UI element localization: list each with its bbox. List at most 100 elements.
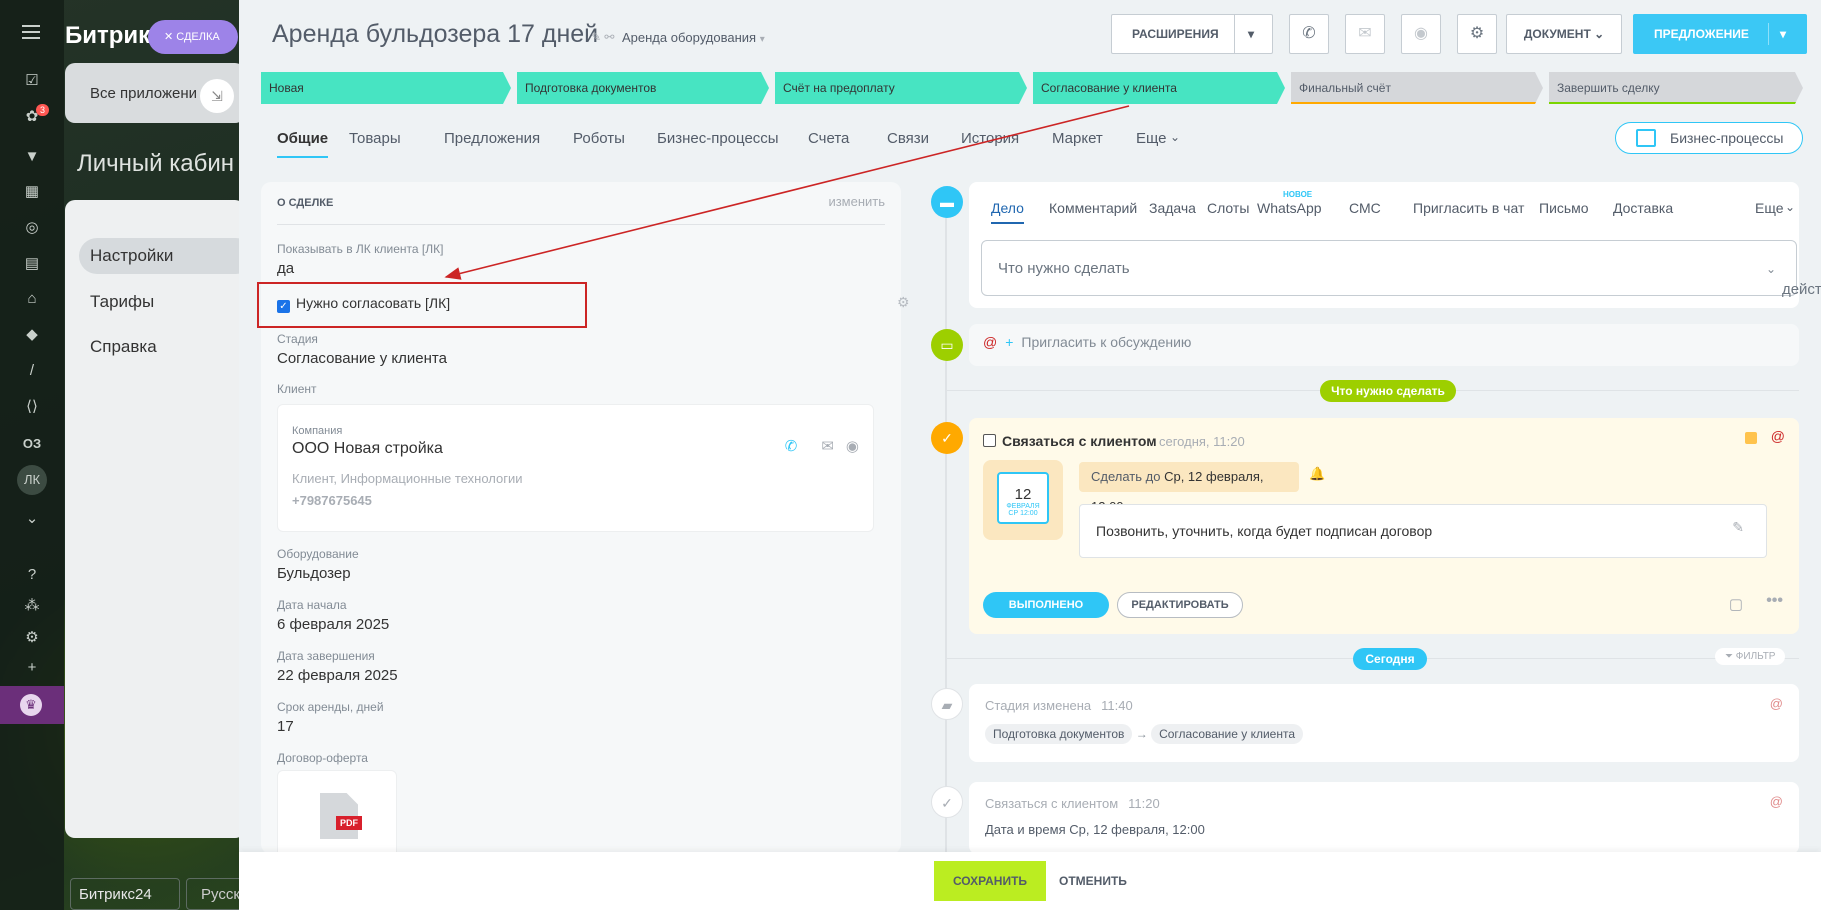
chevron-down-icon[interactable]: ⌄	[22, 510, 42, 528]
cancel-button[interactable]: ОТМЕНИТЬ	[1059, 874, 1127, 888]
activity-title[interactable]: Связаться с клиентом	[983, 433, 1157, 449]
timeline-tab-6[interactable]: СМС	[1349, 200, 1381, 216]
filter-icon[interactable]: ▼	[22, 148, 42, 166]
stage-5[interactable]: Финальный счёт	[1291, 72, 1543, 104]
lk-menu-help[interactable]: Справка	[90, 337, 157, 357]
copilot-icon[interactable]: @	[1771, 428, 1785, 444]
copilot-icon[interactable]: @	[1770, 794, 1783, 809]
timeline-tab-3[interactable]: Задача	[1149, 200, 1196, 216]
filter-button[interactable]: ⏷ ФИЛЬТР	[1715, 648, 1786, 665]
target-icon[interactable]: ◎	[22, 219, 42, 237]
stage-from: Подготовка документов	[985, 724, 1133, 744]
sites-icon[interactable]: /	[22, 362, 42, 380]
tab-5[interactable]: Бизнес-процессы	[657, 130, 779, 147]
phone-icon[interactable]: ✆	[785, 438, 798, 455]
title-edit-icon[interactable]: ✎ ⚯	[591, 30, 614, 44]
actions-dropdown[interactable]: действия ⌄	[1766, 262, 1821, 298]
crown-button[interactable]: ♛	[0, 686, 64, 724]
tab-9[interactable]: Маркет	[1052, 130, 1103, 147]
new-badge: НОВОЕ	[1283, 190, 1313, 199]
code-icon[interactable]: ⟨⟩	[22, 398, 42, 416]
timeline-tab-2[interactable]: Комментарий	[1049, 200, 1137, 216]
timeline-tab-1[interactable]: Дело	[991, 200, 1024, 224]
chat-icon[interactable]: ◉	[846, 438, 859, 455]
tab-10[interactable]: Еще	[1136, 130, 1167, 147]
close-deal-tag[interactable]: ✕ СДЕЛКА	[148, 20, 238, 54]
tab-7[interactable]: Связи	[887, 130, 929, 147]
deal-tag-label: СДЕЛКА	[176, 31, 220, 43]
edit-button[interactable]: РЕДАКТИРОВАТЬ	[1117, 592, 1243, 618]
mail-icon[interactable]: ✉	[1345, 14, 1385, 54]
more-icon[interactable]: •••	[1766, 592, 1783, 610]
chevron-down-icon[interactable]: ▾	[1248, 15, 1254, 53]
activity-time: сегодня, 11:20	[1159, 434, 1245, 449]
timeline-tab-8[interactable]: Письмо	[1539, 200, 1589, 216]
tab-6[interactable]: Счета	[808, 130, 849, 147]
help-icon[interactable]: ?	[22, 566, 42, 584]
stage-6[interactable]: Завершить сделку	[1549, 72, 1803, 104]
stage-1[interactable]: Новая	[261, 72, 511, 104]
document-button[interactable]: ДОКУМЕНТ ⌄	[1506, 14, 1622, 54]
gear-icon[interactable]: ⚙	[1457, 14, 1497, 54]
robot-icon[interactable]: ⌂	[22, 290, 42, 308]
box-icon[interactable]: ◆	[22, 326, 42, 344]
done-button[interactable]: ВЫПОЛНЕНО	[983, 592, 1109, 618]
stage-2[interactable]: Подготовка документов	[517, 72, 769, 104]
chevron-down-icon[interactable]: ⌄	[1170, 130, 1180, 144]
chevron-down-icon[interactable]: ⌄	[1785, 200, 1795, 214]
save-button[interactable]: СОХРАНИТЬ	[934, 861, 1046, 901]
client-actions: ✆ ✉ ◉	[785, 437, 859, 455]
stage-4[interactable]: Согласование у клиента	[1033, 72, 1285, 104]
gear-icon[interactable]: ⚙	[22, 629, 42, 647]
all-apps-card[interactable]: Все приложени ⇲	[65, 63, 245, 123]
structure-icon[interactable]: ⁂	[22, 597, 42, 615]
invite-discussion[interactable]: @ + Пригласить к обсуждению	[983, 334, 1191, 350]
color-marker-icon[interactable]	[1745, 432, 1757, 444]
language-switcher[interactable]: Русск	[186, 878, 246, 910]
divider	[1768, 23, 1769, 45]
tab-2[interactable]: Товары	[349, 130, 401, 147]
proposal-button[interactable]: ПРЕДЛОЖЕНИЕ ▾	[1633, 14, 1807, 54]
nav-lk[interactable]: ЛК	[17, 465, 47, 495]
company-name[interactable]: ООО Новая стройка	[292, 440, 443, 458]
pencil-icon[interactable]: ✎	[1732, 519, 1744, 536]
contact-card-icon[interactable]: ▤	[22, 255, 42, 273]
phone-icon[interactable]: ✆	[1289, 14, 1329, 54]
chevron-down-icon[interactable]: ▾	[1780, 15, 1786, 53]
deadline-selector[interactable]: Сделать до Ср, 12 февраля, 12:00 ⌄	[1079, 462, 1299, 514]
collapse-icon[interactable]: ⇲	[200, 79, 234, 113]
deal-slider: Аренда бульдозера 17 дней ✎ ⚯ Аренда обо…	[239, 0, 1821, 910]
tab-4[interactable]: Роботы	[573, 130, 625, 147]
field-settings-icon[interactable]: ⚙	[897, 294, 910, 311]
business-processes-button[interactable]: Бизнес-процессы	[1615, 122, 1803, 154]
note-icon[interactable]: ▢	[1729, 595, 1743, 613]
nav-oz[interactable]: ОЗ	[22, 435, 42, 453]
menu-icon[interactable]	[22, 25, 40, 39]
chat-icon[interactable]: ◉	[1401, 14, 1441, 54]
timeline-tab-4[interactable]: Слоты	[1207, 200, 1249, 216]
timeline-tab-9[interactable]: Доставка	[1613, 200, 1673, 216]
stage-3[interactable]: Счёт на предоплату	[775, 72, 1027, 104]
company-phone[interactable]: +7987675645	[292, 493, 372, 508]
bell-icon[interactable]: 🔔	[1309, 466, 1325, 482]
edit-link[interactable]: изменить	[828, 194, 885, 209]
todo-input[interactable]: Что нужно сделать действия ⌄	[981, 240, 1821, 298]
copilot-icon[interactable]: @	[1770, 696, 1783, 711]
category-selector[interactable]: Аренда оборудования ▾	[622, 30, 765, 45]
timeline-tab-10[interactable]: Еще	[1755, 200, 1784, 216]
timeline-tab-7[interactable]: Пригласить в чат	[1413, 200, 1524, 216]
tab-1[interactable]: Общие	[277, 130, 329, 158]
plus-icon[interactable]: +	[22, 659, 42, 677]
extensions-label: РАСШИРЕНИЯ	[1132, 27, 1219, 41]
mail-icon[interactable]: ✉	[821, 438, 834, 455]
tab-3[interactable]: Предложения	[444, 130, 540, 147]
extensions-button[interactable]: РАСШИРЕНИЯ ▾	[1111, 14, 1273, 54]
calendar-icon[interactable]: ▦	[22, 183, 42, 201]
activity-checkbox[interactable]	[983, 434, 996, 447]
lk-menu-settings[interactable]: Настройки	[79, 238, 254, 274]
lk-menu-tariffs[interactable]: Тарифы	[90, 292, 154, 312]
timeline-tab-5[interactable]: WhatsApp	[1257, 200, 1322, 216]
tab-8[interactable]: История	[961, 130, 1019, 147]
tasks-icon[interactable]: ☑	[22, 72, 42, 90]
checkmark-icon: ✓	[931, 422, 963, 454]
